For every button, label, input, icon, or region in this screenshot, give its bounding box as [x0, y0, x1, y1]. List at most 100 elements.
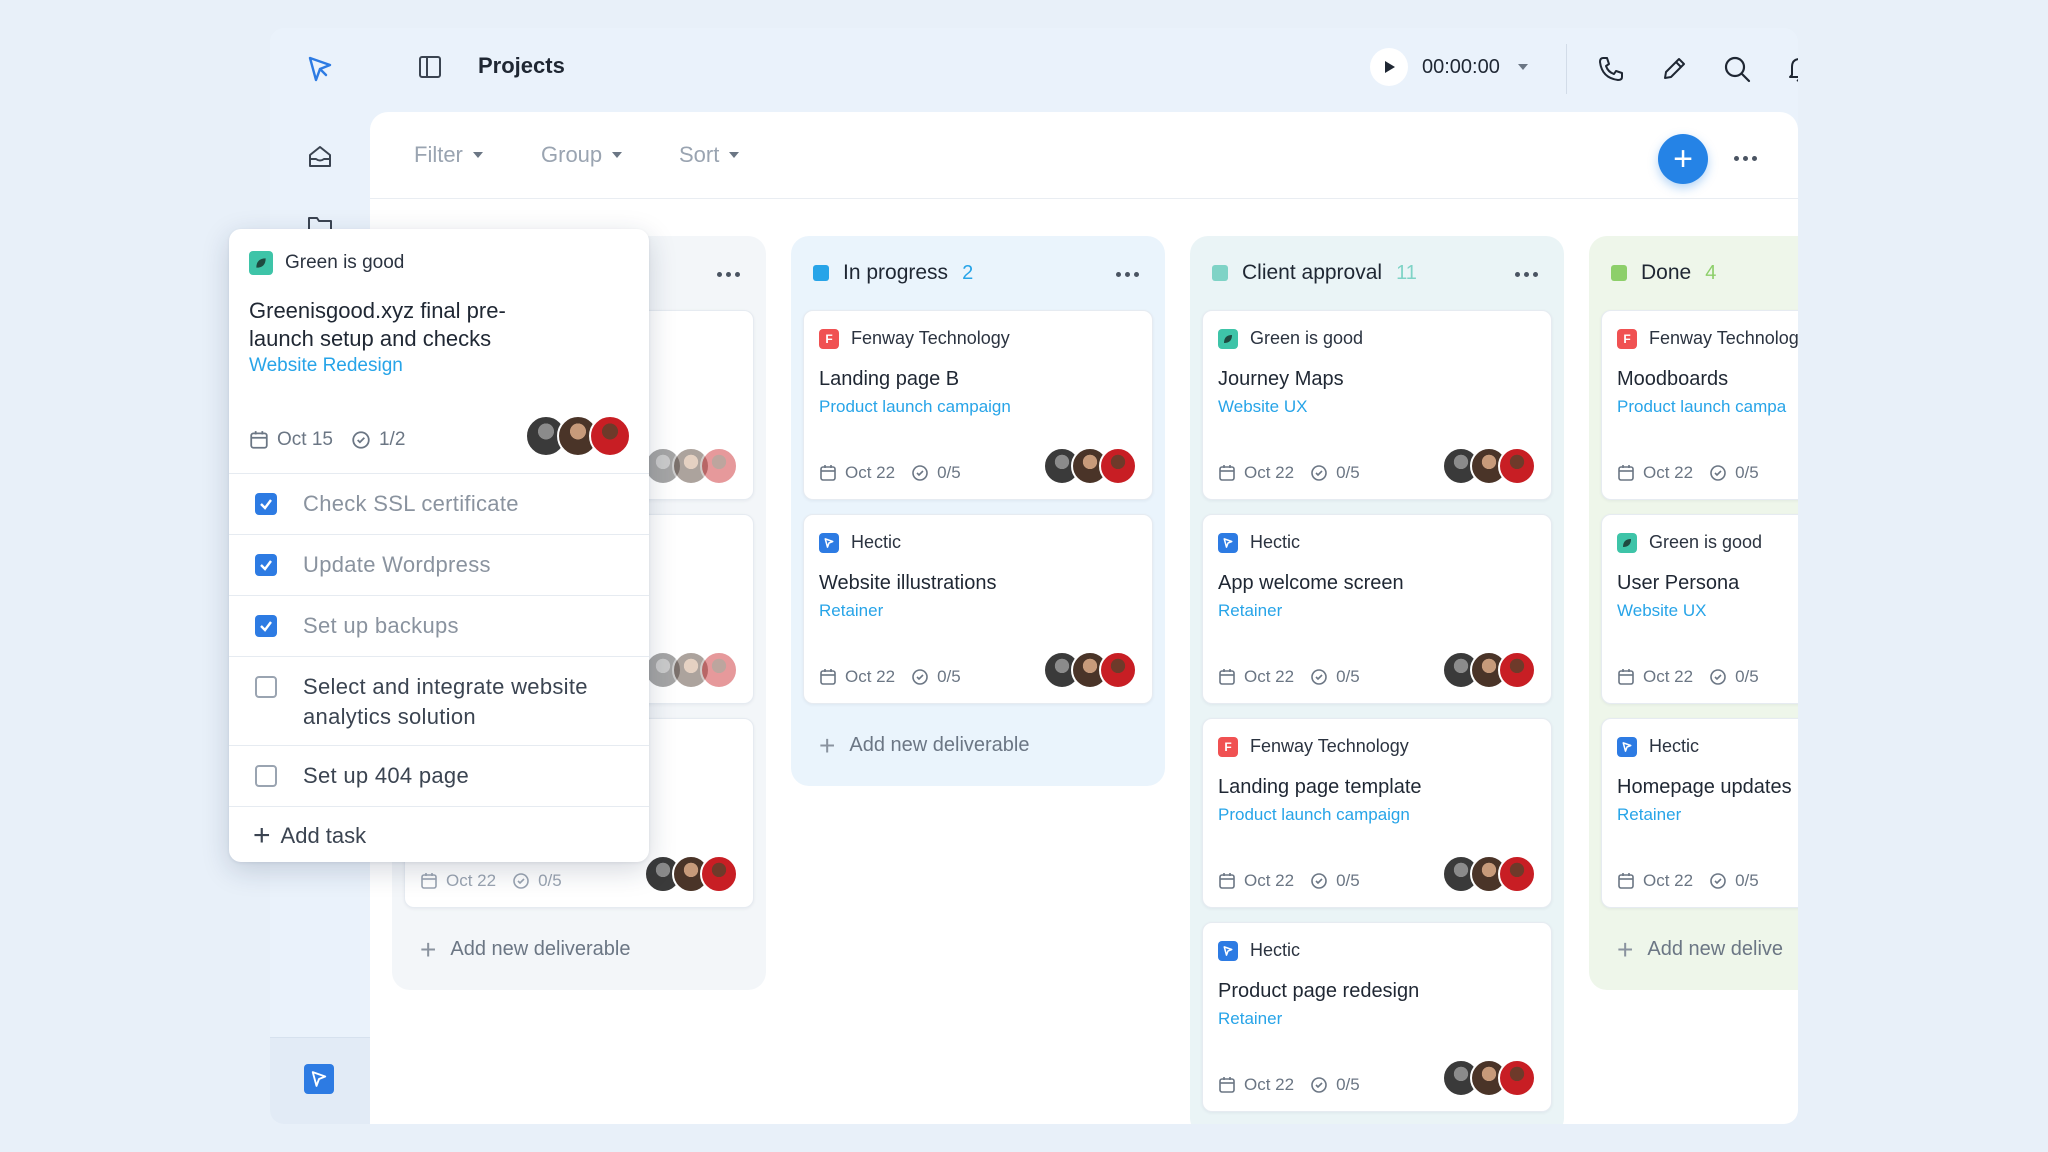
- task-item[interactable]: Update Wordpress: [229, 534, 649, 595]
- add-deliverable-button[interactable]: + Add new deliverable: [420, 935, 630, 963]
- card[interactable]: F Fenway Technology Landing page B Produc…: [803, 310, 1153, 500]
- column-title: Client approval: [1242, 261, 1383, 284]
- green-is-good-logo-icon: [1218, 328, 1238, 349]
- card[interactable]: Green is good Journey Maps Website UX Oc…: [1202, 310, 1552, 500]
- task-label: Set up backups: [303, 613, 459, 638]
- card[interactable]: Hectic App welcome screen Retainer Oct 2…: [1202, 514, 1552, 704]
- card-project-link[interactable]: Product launch campaign: [1218, 805, 1410, 825]
- assignee-avatars: [644, 855, 738, 893]
- add-task-label: Add task: [280, 823, 367, 848]
- sidebar-toggle-icon[interactable]: [416, 53, 444, 86]
- client-name: Hectic: [851, 532, 902, 552]
- check-circle-icon: [1311, 669, 1327, 685]
- card[interactable]: Hectic Product page redesign Retainer Oc…: [1202, 922, 1552, 1112]
- card-project-link[interactable]: Retainer: [1617, 805, 1681, 825]
- column-menu-icon[interactable]: [1515, 272, 1538, 277]
- card-project-link[interactable]: Retainer: [819, 601, 883, 621]
- workspace-logo-icon[interactable]: [304, 1064, 334, 1094]
- assignee-avatars: [1043, 447, 1137, 485]
- play-icon[interactable]: [1370, 48, 1408, 86]
- card-meta: Oct 22 0/5: [1617, 871, 1759, 891]
- card-title: Landing page template: [1218, 776, 1422, 798]
- card-date: Oct 22: [1244, 1075, 1295, 1094]
- calendar-icon: [820, 669, 836, 685]
- add-task-button[interactable]: + Add task: [253, 819, 367, 852]
- card-tasks: 0/5: [1336, 463, 1360, 482]
- card-meta: Oct 22 0/5: [1617, 667, 1759, 687]
- card-project-link[interactable]: Retainer: [1218, 1009, 1282, 1029]
- card[interactable]: F Fenway Technology Landing page template…: [1202, 718, 1552, 908]
- search-icon[interactable]: [1722, 54, 1752, 89]
- card-meta: Oct 22 0/5: [420, 871, 562, 891]
- column-header: In progress 2: [813, 258, 1143, 288]
- card-project-link[interactable]: Retainer: [1218, 601, 1282, 621]
- card-client: Green is good: [1218, 328, 1363, 349]
- card[interactable]: Hectic Homepage updates Retainer Oct 22 …: [1601, 718, 1798, 908]
- client-name: Hectic: [1250, 532, 1301, 552]
- task-item[interactable]: Set up 404 page: [229, 745, 649, 806]
- card-tasks: 0/5: [1735, 871, 1759, 890]
- caret-down-icon: [612, 152, 623, 158]
- card-tasks: 0/5: [1336, 871, 1360, 890]
- plus-icon: +: [253, 819, 271, 852]
- card-project-link[interactable]: Product launch campa: [1617, 397, 1786, 417]
- card-date: Oct 22: [1643, 871, 1694, 890]
- page-title: Projects: [478, 53, 565, 78]
- task-label: Update Wordpress: [303, 552, 491, 577]
- task-item[interactable]: Select and integrate website analytics s…: [229, 656, 649, 746]
- group-label: Group: [541, 142, 603, 167]
- check-circle-icon: [912, 465, 928, 481]
- calendar-icon: [820, 465, 836, 481]
- popup-title: Greenisgood.xyz final pre-launch setup a…: [249, 298, 506, 351]
- popup-meta: Oct 15 1/2: [249, 429, 405, 451]
- card-project-link[interactable]: Product launch campaign: [819, 397, 1011, 417]
- checkbox-checked[interactable]: [255, 554, 277, 576]
- hectic-logo-icon[interactable]: [301, 50, 339, 88]
- plus-icon: +: [1617, 933, 1634, 965]
- timer-dropdown-icon[interactable]: [1517, 64, 1528, 70]
- task-label: Set up 404 page: [303, 763, 469, 788]
- pencil-icon[interactable]: [1659, 54, 1689, 89]
- column-header: Client approval 11: [1212, 258, 1542, 288]
- card-project-link[interactable]: Website UX: [1218, 397, 1307, 417]
- assignee-avatars: [1442, 651, 1536, 689]
- checkbox-unchecked[interactable]: [255, 676, 277, 698]
- card-tasks: 0/5: [937, 667, 961, 686]
- client-name: Green is good: [1250, 328, 1364, 348]
- checkbox-checked[interactable]: [255, 615, 277, 637]
- task-item[interactable]: Check SSL certificate: [229, 473, 649, 534]
- popup-project-link[interactable]: Website Redesign: [249, 355, 403, 377]
- task-item[interactable]: Set up backups: [229, 595, 649, 656]
- home-icon[interactable]: [301, 138, 339, 176]
- filter-button[interactable]: Filter: [414, 142, 483, 168]
- add-button[interactable]: +: [1658, 134, 1708, 184]
- divider: [229, 806, 649, 807]
- add-deliverable-button[interactable]: + Add new delive: [1617, 933, 1783, 965]
- card-title: Journey Maps: [1218, 368, 1344, 390]
- card[interactable]: Hectic Website illustrations Retainer Oc…: [803, 514, 1153, 704]
- deliverable-popup[interactable]: Green is good Greenisgood.xyz final pre-…: [229, 229, 649, 862]
- card-date: Oct 22: [1643, 463, 1694, 482]
- sort-button[interactable]: Sort: [679, 142, 740, 168]
- calendar-icon: [250, 431, 268, 449]
- phone-icon[interactable]: [1596, 54, 1626, 89]
- column-count: 4: [1705, 261, 1717, 284]
- column-menu-icon[interactable]: [717, 272, 740, 277]
- group-button[interactable]: Group: [541, 142, 623, 168]
- bell-icon[interactable]: [1785, 54, 1798, 89]
- add-deliverable-button[interactable]: + Add new deliverable: [819, 731, 1029, 759]
- client-name: Green is good: [285, 252, 405, 273]
- checkbox-checked[interactable]: [255, 493, 277, 515]
- card[interactable]: F Fenway Technolog Moodboards Product lau…: [1601, 310, 1798, 500]
- client-name: Hectic: [1649, 736, 1700, 756]
- card-tasks: 0/5: [538, 871, 562, 890]
- column-menu-icon[interactable]: [1116, 272, 1139, 277]
- more-options-icon[interactable]: [1734, 156, 1757, 161]
- timer[interactable]: 00:00:00: [1370, 48, 1528, 86]
- sidebar-footer: [270, 1037, 370, 1124]
- card[interactable]: Green is good User Persona Website UX Oc…: [1601, 514, 1798, 704]
- fenway-logo-icon: F: [1218, 736, 1238, 757]
- card-project-link[interactable]: Website UX: [1617, 601, 1706, 621]
- client-name: Fenway Technology: [1250, 736, 1409, 756]
- checkbox-unchecked[interactable]: [255, 765, 277, 787]
